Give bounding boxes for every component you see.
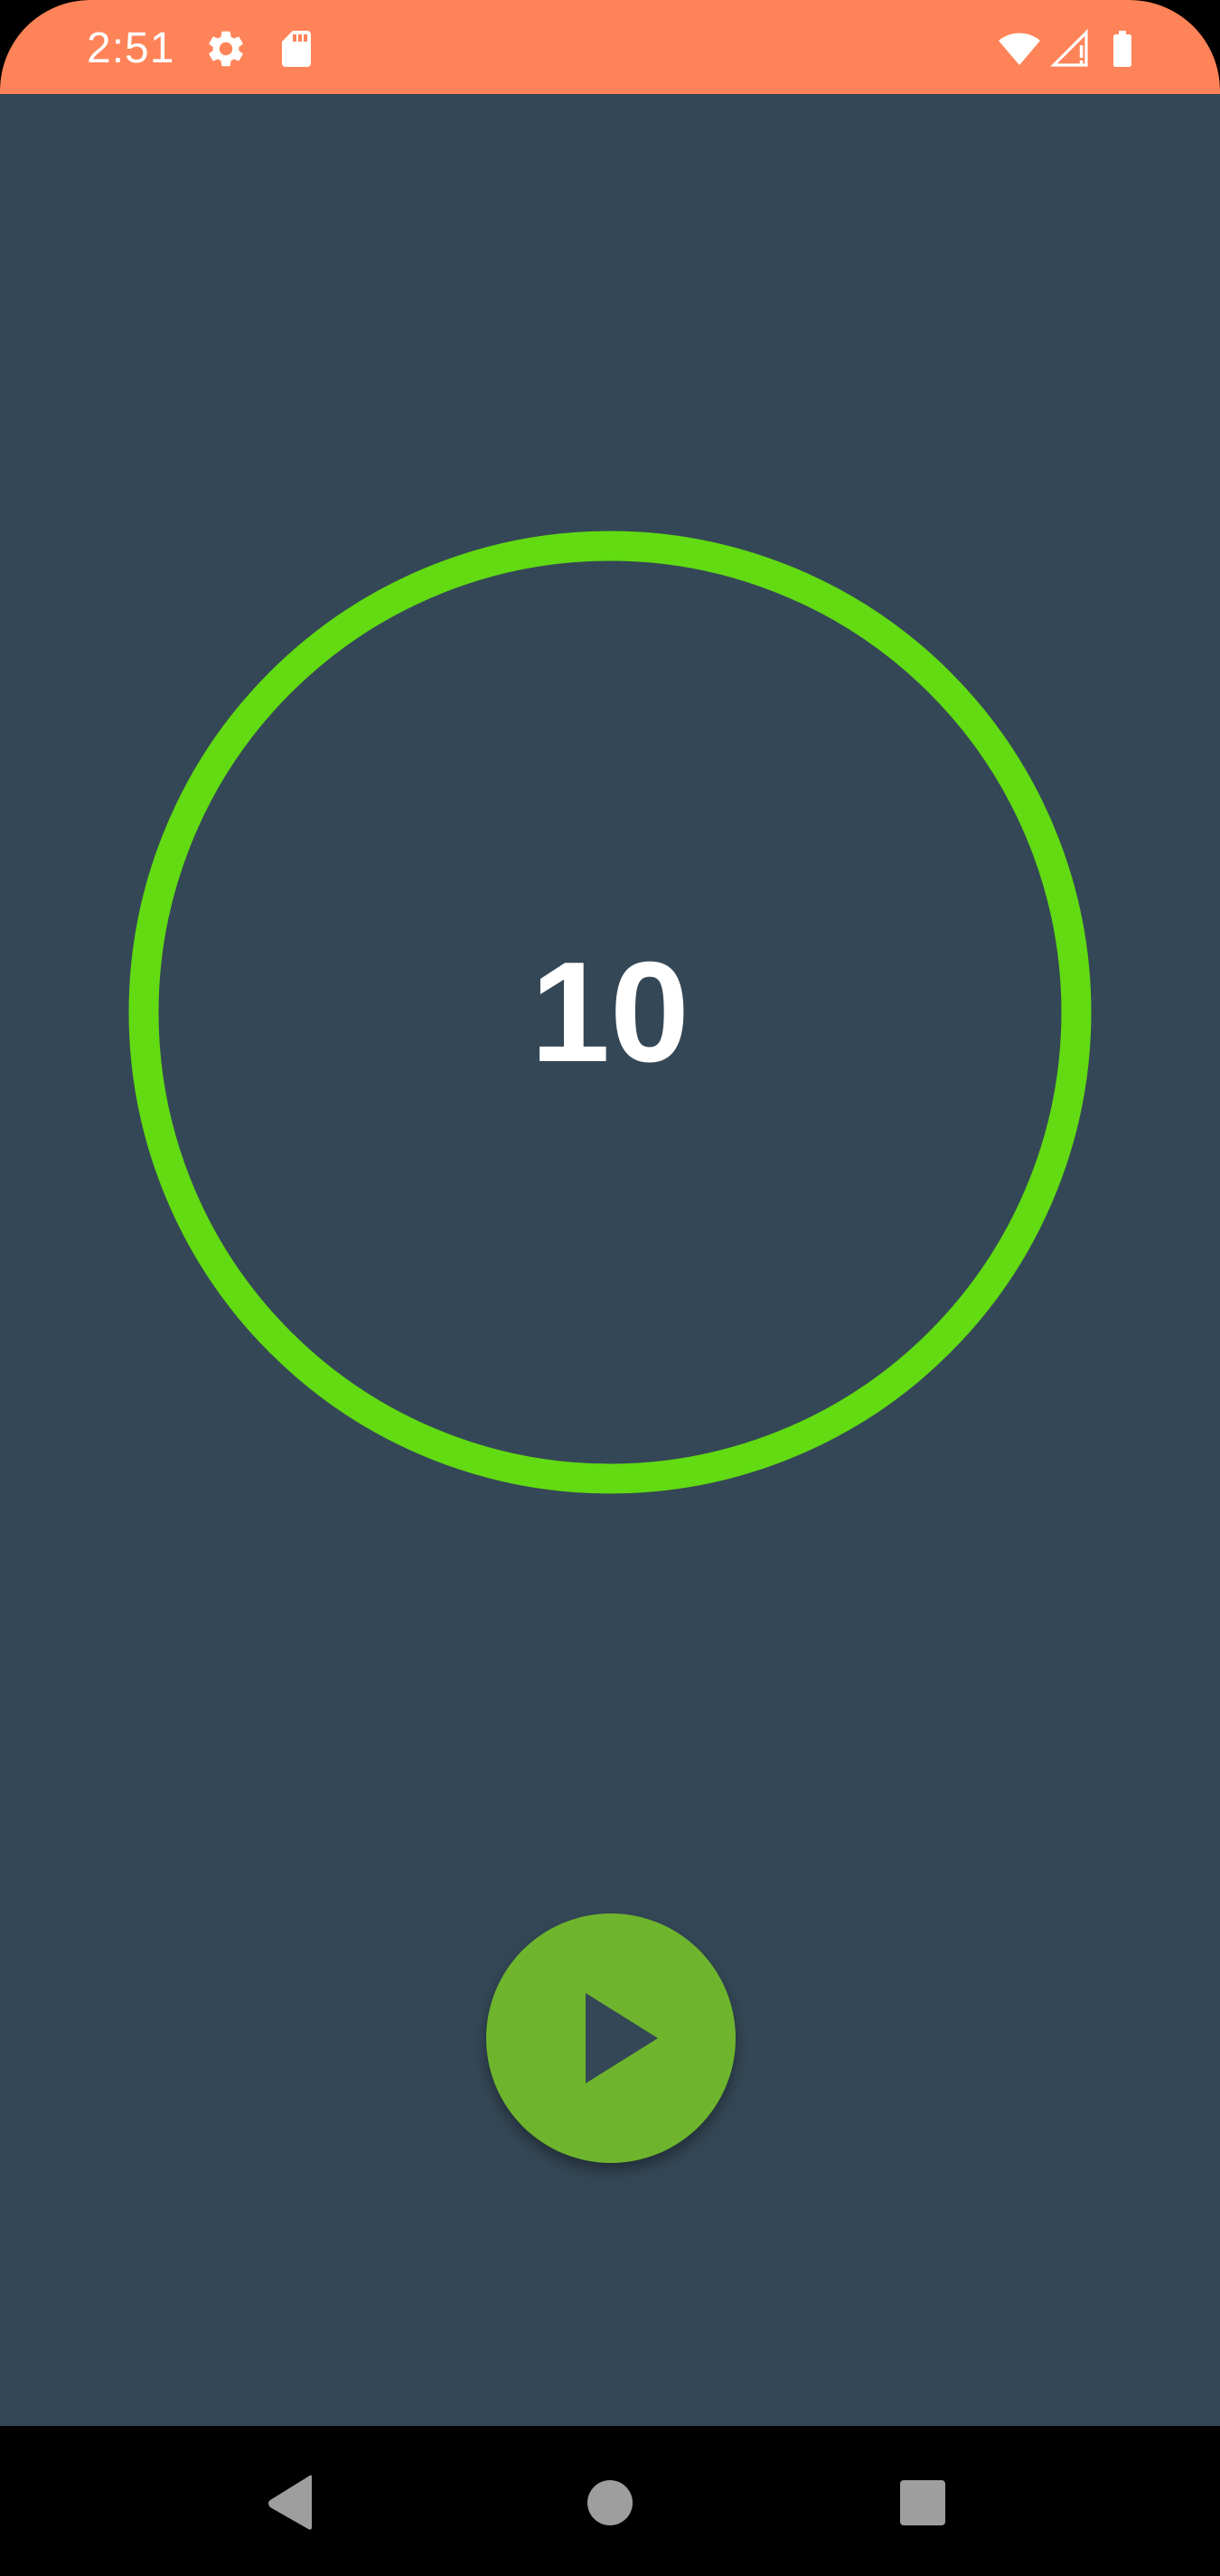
timer-screen: 10 [0,94,1220,2426]
recents-icon[interactable] [883,2462,964,2543]
status-bar: 2:51 [0,0,1220,94]
cellular-signal-alert-icon [1048,27,1092,71]
back-icon[interactable] [250,2462,332,2543]
settings-gear-icon [204,27,248,71]
wifi-icon [998,27,1041,71]
home-icon[interactable] [569,2462,651,2543]
status-time: 2:51 [87,24,175,72]
sd-card-icon [275,27,318,71]
play-button[interactable] [486,1913,736,2163]
timer-countdown-value: 10 [530,932,690,1092]
battery-icon [1101,27,1144,71]
navigation-bar [0,2426,1220,2576]
phone-screen: 2:51 10 [0,0,1220,2576]
play-icon [586,1993,658,2083]
